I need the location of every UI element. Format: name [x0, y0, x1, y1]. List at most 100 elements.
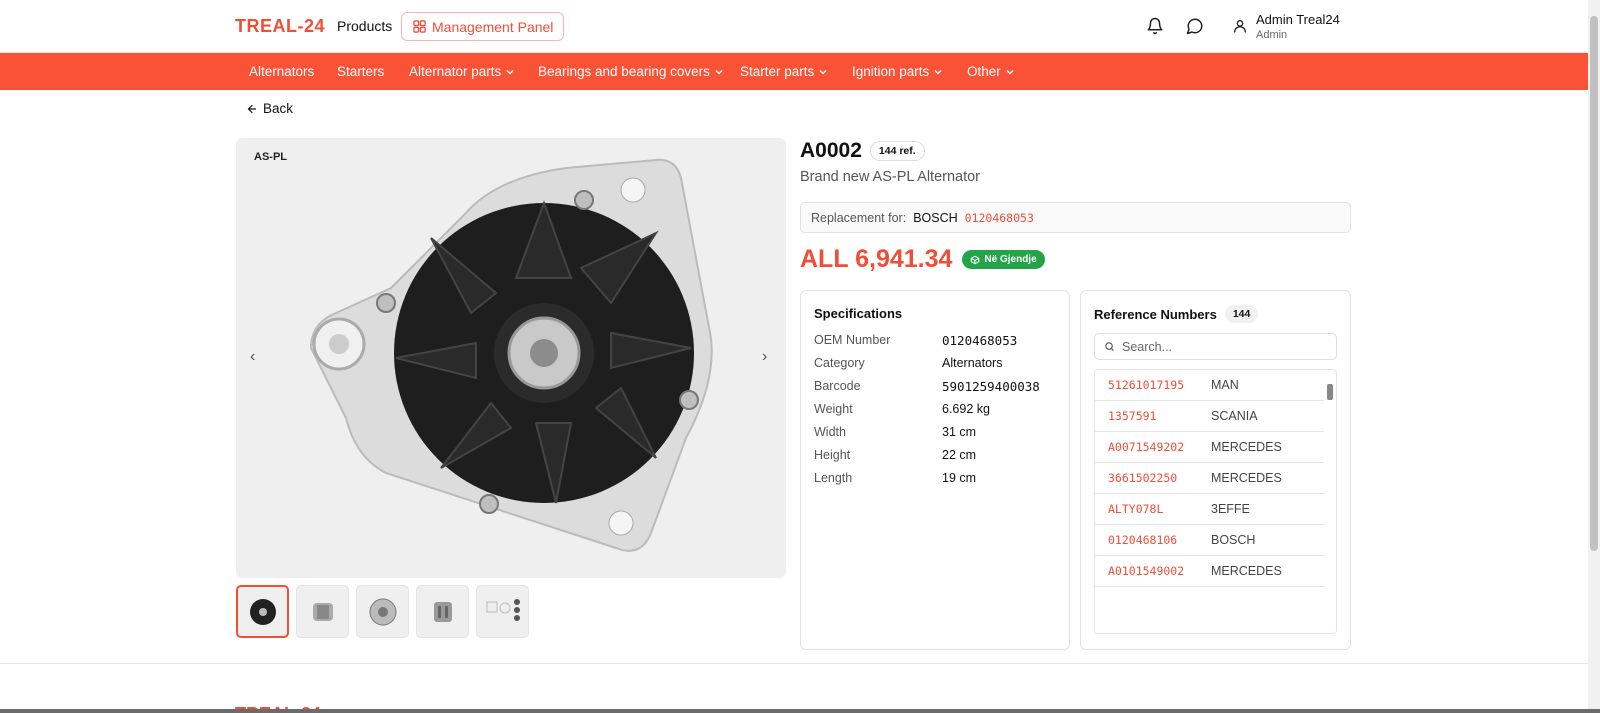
reference-number[interactable]: 1357591: [1108, 408, 1211, 424]
category-label: Starter parts: [740, 64, 815, 79]
category-label: Other: [967, 64, 1001, 79]
reference-count-badge: 144: [1224, 305, 1259, 323]
reference-list-scroll-thumb[interactable]: [1327, 384, 1333, 400]
reference-brand: BOSCH: [1211, 533, 1256, 547]
grid-icon: [413, 20, 426, 33]
reference-numbers-card: Reference Numbers 144 51261017195 MAN 13…: [1080, 290, 1351, 650]
user-role: Admin: [1256, 29, 1288, 41]
spec-key: Length: [814, 471, 853, 485]
management-panel-button[interactable]: Management Panel: [401, 12, 565, 41]
category-other[interactable]: Other: [967, 64, 1015, 79]
thumbnail-5[interactable]: [476, 585, 529, 638]
category-label: Alternator parts: [409, 64, 502, 79]
top-header: TREAL-24 Products Management Panel Admin…: [0, 0, 1588, 53]
reference-number[interactable]: 0120468106: [1108, 532, 1211, 548]
category-label: Bearings and bearing covers: [538, 64, 710, 79]
replacement-label: Replacement for:: [811, 210, 907, 225]
replacement-number[interactable]: 0120468053: [965, 211, 1034, 225]
thumbnail-3[interactable]: [356, 585, 409, 638]
reference-number[interactable]: ALTY078L: [1108, 501, 1211, 517]
management-panel-label: Management Panel: [432, 18, 554, 35]
alternator-image: [309, 158, 713, 552]
bell-icon[interactable]: [1146, 17, 1164, 35]
chevron-down-icon: [715, 69, 723, 75]
reference-brand: MERCEDES: [1211, 471, 1282, 485]
category-bearings[interactable]: Bearings and bearing covers: [538, 64, 724, 79]
stock-badge: Në Gjendje: [962, 250, 1045, 269]
category-starter-parts[interactable]: Starter parts: [740, 64, 828, 79]
thumbnail-4[interactable]: [416, 585, 469, 638]
reference-list: 51261017195 MAN 1357591 SCANIA A00715492…: [1094, 369, 1337, 634]
specifications-title: Specifications: [814, 306, 903, 321]
page-scrollbar[interactable]: [1588, 0, 1600, 713]
alternator-back-thumb-icon: [369, 598, 396, 625]
spec-row: Length 19 cm: [814, 471, 1059, 485]
bottom-strip: [0, 709, 1600, 713]
footer-divider: [0, 663, 1588, 664]
replacement-box: Replacement for: BOSCH 0120468053: [800, 202, 1351, 233]
spec-value: 0120468053: [942, 333, 1018, 348]
back-link[interactable]: Back: [246, 101, 293, 116]
reference-number[interactable]: 3661502250: [1108, 470, 1211, 486]
spec-key: Height: [814, 448, 851, 462]
box-icon: [971, 255, 980, 264]
reference-row: A0071549202 MERCEDES: [1095, 432, 1336, 463]
user-icon: [1234, 20, 1246, 33]
category-label: Ignition parts: [852, 64, 930, 79]
reference-brand: MERCEDES: [1211, 440, 1282, 454]
stock-label: Në Gjendje: [984, 254, 1037, 265]
spec-value: Alternators: [942, 356, 1003, 370]
reference-row: A0101549002 MERCEDES: [1095, 556, 1336, 587]
alternator-profile-thumb-icon: [433, 601, 452, 622]
reference-number[interactable]: 51261017195: [1108, 377, 1211, 393]
chevron-down-icon: [1006, 69, 1014, 75]
category-alternator-parts[interactable]: Alternator parts: [409, 64, 515, 79]
spec-row: Weight 6.692 kg: [814, 402, 1059, 416]
message-icon[interactable]: [1186, 17, 1204, 35]
spec-key: Barcode: [814, 379, 861, 393]
reference-row: 51261017195 MAN: [1095, 370, 1336, 401]
back-label: Back: [263, 101, 294, 116]
site-logo[interactable]: TREAL-24: [235, 16, 325, 37]
reference-search[interactable]: [1094, 333, 1337, 360]
spec-key: Width: [814, 425, 846, 439]
reference-brand: MAN: [1211, 378, 1239, 392]
product-title-row: A0002 144 ref.: [800, 139, 925, 163]
spec-row: Height 22 cm: [814, 448, 1059, 462]
category-label: Starters: [337, 64, 385, 79]
thumbnail-1[interactable]: [236, 585, 289, 638]
product-id: A0002: [800, 139, 862, 162]
thumbnail-2[interactable]: [296, 585, 349, 638]
spec-value: 5901259400038: [942, 379, 1040, 394]
spec-value: 22 cm: [942, 448, 977, 462]
category-ignition-parts[interactable]: Ignition parts: [852, 64, 943, 79]
ref-count-badge: 144 ref.: [869, 141, 925, 161]
spec-row: Barcode 5901259400038: [814, 379, 1059, 394]
spec-value: 19 cm: [942, 471, 977, 485]
alternator-thumb-icon: [249, 598, 276, 625]
reference-brand: SCANIA: [1211, 409, 1258, 423]
products-link[interactable]: Products: [337, 18, 392, 34]
category-alternators[interactable]: Alternators: [249, 64, 314, 79]
user-menu[interactable]: Admin Treal24 Admin: [1232, 12, 1340, 41]
arrow-left-icon: [247, 104, 257, 113]
chevron-down-icon: [819, 69, 827, 75]
alternator-side-thumb-icon: [312, 602, 333, 621]
reference-list-scrollbar[interactable]: [1324, 370, 1336, 633]
reference-brand: 3EFFE: [1211, 502, 1250, 516]
spec-value: 6.692 kg: [942, 402, 990, 416]
reference-numbers-header: Reference Numbers 144: [1094, 305, 1259, 323]
reference-number[interactable]: A0071549202: [1108, 439, 1211, 455]
page-scroll-thumb[interactable]: [1590, 16, 1598, 551]
spec-key: OEM Number: [814, 333, 891, 347]
reference-number[interactable]: A0101549002: [1108, 563, 1211, 579]
page: TREAL-24 Products Management Panel Admin…: [0, 0, 1588, 713]
chevron-down-icon: [506, 69, 514, 75]
spec-key: Weight: [814, 402, 853, 416]
category-starters[interactable]: Starters: [337, 64, 384, 79]
reference-numbers-title: Reference Numbers: [1094, 306, 1217, 322]
spec-key: Category: [814, 356, 865, 370]
reference-search-input[interactable]: [1122, 339, 1322, 354]
diagram-thumb-icon: [486, 598, 520, 621]
spec-value: 31 cm: [942, 425, 977, 439]
